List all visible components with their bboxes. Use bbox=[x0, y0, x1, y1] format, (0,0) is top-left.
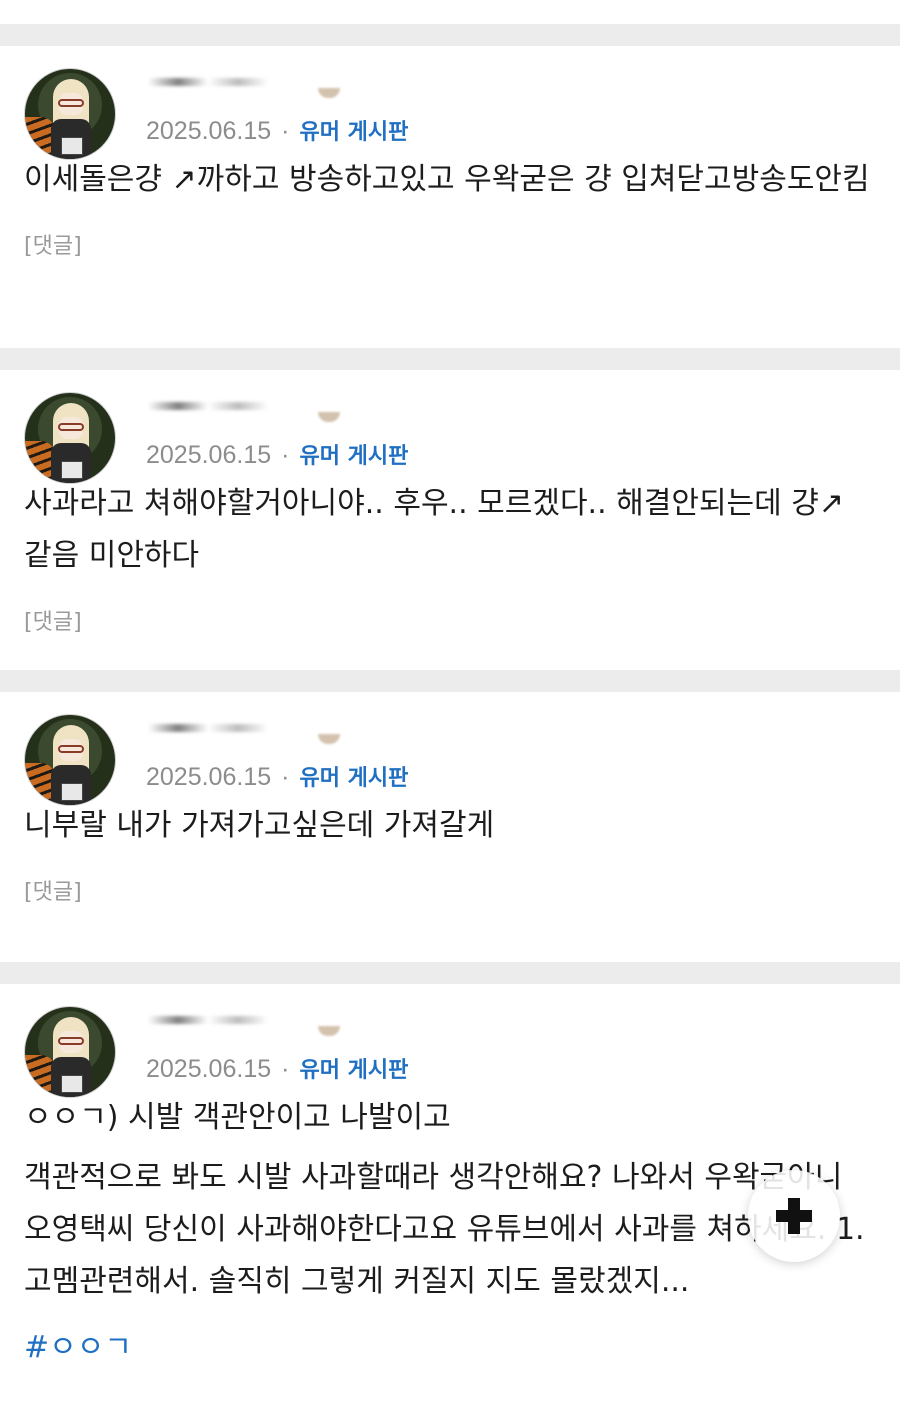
board-link[interactable]: 유머 게시판 bbox=[299, 120, 408, 145]
board-link[interactable]: 유머 게시판 bbox=[299, 766, 408, 791]
divider bbox=[0, 962, 900, 984]
post-date: 2025.06.15 bbox=[146, 117, 272, 145]
post-meta: 2025.06.15 · 유머 게시판 bbox=[146, 440, 408, 472]
meta-separator: · bbox=[281, 763, 290, 791]
reply-link[interactable]: [댓글] bbox=[24, 874, 876, 906]
blurred-nickname[interactable] bbox=[148, 74, 368, 106]
post-body[interactable]: ㅇㅇㄱ) 시발 객관안이고 나발이고 객관적으로 봐도 시발 사과할때라 생각안… bbox=[24, 1092, 876, 1308]
nickname-blur bbox=[318, 412, 340, 422]
divider bbox=[0, 670, 900, 692]
top-strip bbox=[0, 0, 900, 24]
hashtag-link[interactable]: #ㅇㅇㄱ bbox=[24, 1322, 876, 1366]
meta-separator: · bbox=[281, 441, 290, 469]
meta-separator: · bbox=[281, 1055, 290, 1083]
plus-icon bbox=[776, 1210, 812, 1222]
floating-add-button[interactable] bbox=[748, 1170, 840, 1262]
nickname-blur bbox=[148, 78, 298, 86]
avatar-glasses bbox=[58, 99, 84, 107]
post-card[interactable]: 2025.06.15 · 유머 게시판 이세돌은걍 ↗까하고 방송하고있고 우왁굳은… bbox=[0, 46, 900, 348]
avatar[interactable] bbox=[24, 392, 116, 484]
post-text[interactable]: 사과라고 쳐해야할거아니야.. 후우.. 모르겠다.. 해결안되는데 걍↗같음 … bbox=[24, 478, 876, 582]
post-card[interactable]: 2025.06.15 · 유머 게시판 사과라고 쳐해야할거아니야.. 후우.. 모… bbox=[0, 370, 900, 670]
post-card[interactable]: 2025.06.15 · 유머 게시판 니부랄 내가 가져가고싶은데 가져갈게 [댓… bbox=[0, 692, 900, 962]
nickname-blur bbox=[148, 402, 298, 410]
nickname-blur bbox=[318, 734, 340, 744]
reply-link[interactable]: [댓글] bbox=[24, 228, 876, 260]
post-header: 2025.06.15 · 유머 게시판 bbox=[24, 68, 876, 164]
divider bbox=[0, 348, 900, 370]
nickname-blur bbox=[148, 724, 298, 732]
post-meta: 2025.06.15 · 유머 게시판 bbox=[146, 116, 408, 148]
avatar-glasses bbox=[58, 745, 84, 753]
avatar[interactable] bbox=[24, 714, 116, 806]
board-link[interactable]: 유머 게시판 bbox=[299, 444, 408, 469]
nickname-blur bbox=[318, 88, 340, 98]
nickname-blur bbox=[148, 1016, 298, 1024]
blurred-nickname[interactable] bbox=[148, 1012, 368, 1044]
post-date: 2025.06.15 bbox=[146, 763, 272, 791]
avatar-book bbox=[61, 137, 83, 155]
avatar-glasses bbox=[58, 423, 84, 431]
avatar-book bbox=[61, 461, 83, 479]
post-text: 객관적으로 봐도 시발 사과할때라 생각안해요? 나와서 우왁굳아니 오영택씨 … bbox=[24, 1160, 865, 1299]
post-date: 2025.06.15 bbox=[146, 441, 272, 469]
avatar-book bbox=[61, 783, 83, 801]
blurred-nickname[interactable] bbox=[148, 398, 368, 430]
avatar[interactable] bbox=[24, 68, 116, 160]
board-link[interactable]: 유머 게시판 bbox=[299, 1058, 408, 1083]
post-header: 2025.06.15 · 유머 게시판 bbox=[24, 392, 876, 488]
meta-separator: · bbox=[281, 117, 290, 145]
avatar-glasses bbox=[58, 1037, 84, 1045]
post-meta: 2025.06.15 · 유머 게시판 bbox=[146, 762, 408, 794]
nickname-blur bbox=[318, 1026, 340, 1036]
post-header: 2025.06.15 · 유머 게시판 bbox=[24, 714, 876, 810]
reply-link[interactable]: [댓글] bbox=[24, 604, 876, 636]
blurred-nickname[interactable] bbox=[148, 720, 368, 752]
post-header: 2025.06.15 · 유머 게시판 bbox=[24, 1006, 876, 1102]
post-meta: 2025.06.15 · 유머 게시판 bbox=[146, 1054, 408, 1086]
post-date: 2025.06.15 bbox=[146, 1055, 272, 1083]
avatar[interactable] bbox=[24, 1006, 116, 1098]
avatar-book bbox=[61, 1075, 83, 1093]
divider bbox=[0, 24, 900, 46]
